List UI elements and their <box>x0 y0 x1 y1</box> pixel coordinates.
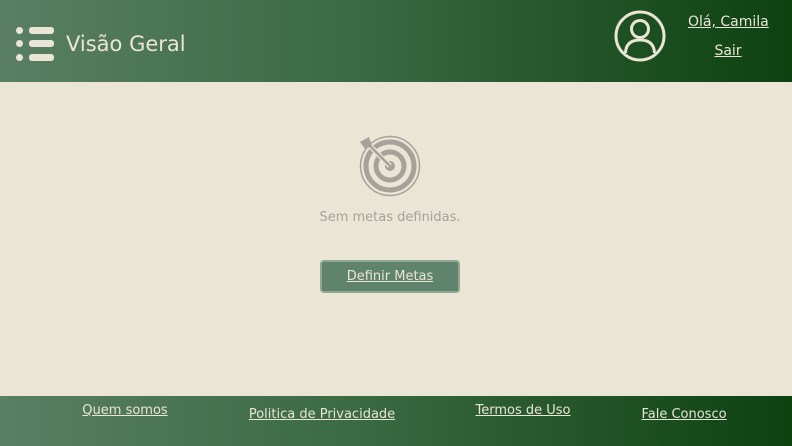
user-circle-icon[interactable] <box>613 9 667 63</box>
footer-link-terms[interactable]: Termos de Uso <box>470 402 576 420</box>
page-title: Visão Geral <box>66 32 186 56</box>
footer-link-privacy[interactable]: Politica de Privacidade <box>244 406 400 424</box>
target-icon <box>357 133 423 199</box>
footer: Quem somos Politica de Privacidade Termo… <box>0 396 792 446</box>
logout-link[interactable]: Sair <box>708 42 748 60</box>
top-bar: Visão Geral Olá, Camila Sair <box>0 0 792 82</box>
define-goals-button[interactable]: Definir Metas <box>320 260 460 293</box>
footer-link-about[interactable]: Quem somos <box>70 402 180 420</box>
list-icon[interactable] <box>16 27 54 61</box>
footer-link-contact[interactable]: Fale Conosco <box>632 406 736 424</box>
user-greeting[interactable]: Olá, Camila <box>688 13 769 31</box>
empty-state-message: Sem metas definidas. <box>319 210 461 225</box>
